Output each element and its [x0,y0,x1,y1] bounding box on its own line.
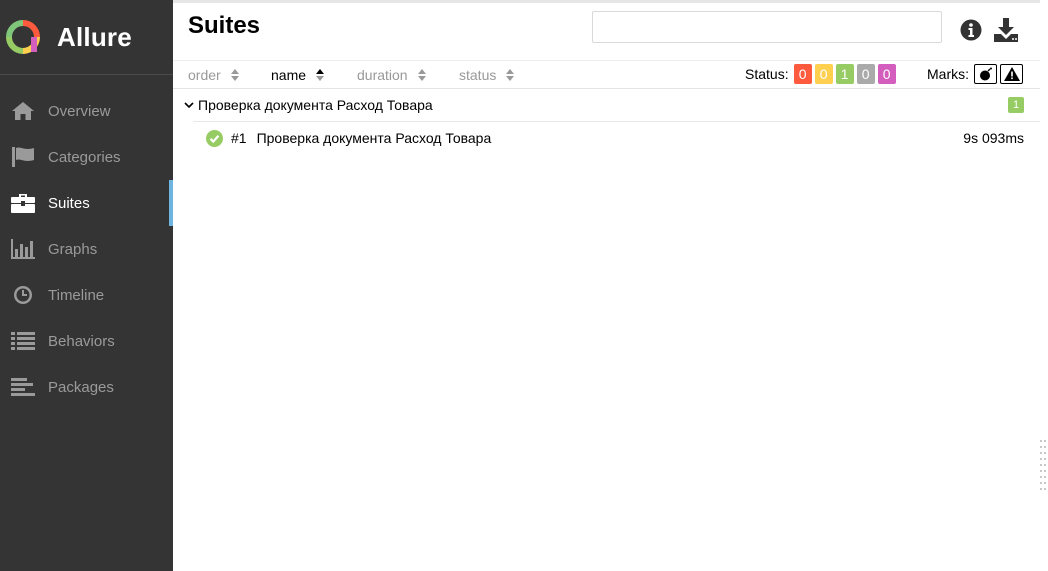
test-name: Проверка документа Расход Товара [256,130,492,146]
sort-label: status [459,66,497,83]
sort-label: order [188,66,221,83]
suite-group-row[interactable]: Проверка документа Расход Товара 1 [173,89,1040,121]
sidebar-menu: Overview Categories Suites Graphs Timeli… [0,88,173,410]
status-badge-failed[interactable]: 0 [793,64,812,84]
sidebar: Allure Overview Categories Suites Graphs [0,0,173,571]
flaky-mark-button[interactable] [974,64,997,84]
search-input[interactable] [592,11,942,43]
page-title: Suites [188,12,261,39]
brand[interactable]: Allure [0,0,173,75]
sort-icon [417,68,426,81]
test-number: #1 [231,130,247,146]
sidebar-item-overview[interactable]: Overview [0,88,173,134]
sidebar-item-label: Suites [48,194,90,212]
sort-label: duration [357,66,408,83]
sidebar-item-label: Behaviors [48,332,115,350]
passed-check-icon [206,129,223,147]
known-issue-mark-button[interactable] [1000,64,1023,84]
sidebar-item-suites[interactable]: Suites [0,180,173,226]
clock-icon [11,284,35,306]
marks-filter: Marks: [927,64,1023,84]
home-icon [11,100,35,122]
bomb-icon [979,67,992,81]
header: Suites [173,0,1040,60]
sidebar-item-label: Timeline [48,286,105,304]
sort-bar: order name duration status Status: 0 0 1… [173,60,1040,89]
briefcase-icon [11,192,35,214]
info-icon[interactable] [960,19,982,41]
brand-name: Allure [57,21,132,52]
sort-by-status[interactable]: status [459,66,515,83]
sort-label: name [271,66,307,83]
test-duration: 9s 093ms [963,130,1024,146]
sort-by-name[interactable]: name [271,66,325,83]
status-label: Status: [745,66,789,82]
sidebar-item-label: Graphs [48,240,98,258]
status-filter: Status: 0 0 1 0 0 [745,64,896,84]
pane-resize-handle[interactable] [1040,440,1046,496]
sidebar-item-categories[interactable]: Categories [0,134,173,180]
download-icon[interactable] [993,17,1019,43]
bar-chart-icon [11,238,35,260]
sidebar-item-label: Packages [48,378,114,396]
sort-asc-icon [316,68,325,81]
warning-icon [1003,67,1020,81]
sort-by-order[interactable]: order [188,67,239,83]
marks-label: Marks: [927,66,969,82]
suites-tree: Проверка документа Расход Товара 1 #1 Пр… [173,89,1040,154]
sort-icon [230,68,239,81]
status-badge-skipped[interactable]: 0 [856,64,875,84]
list-icon [11,330,35,352]
test-case-row[interactable]: #1 Проверка документа Расход Товара 9s 0… [193,121,1040,154]
sidebar-item-label: Categories [48,148,121,166]
sort-icon [506,68,515,81]
sort-by-duration[interactable]: duration [357,67,426,83]
chevron-down-icon [184,101,194,108]
suite-group-name: Проверка документа Расход Товара [198,97,433,113]
status-badge-broken[interactable]: 0 [814,64,833,84]
flag-icon [11,146,35,168]
sidebar-item-behaviors[interactable]: Behaviors [0,318,173,364]
align-left-icon [11,376,35,398]
status-badge-unknown[interactable]: 0 [877,64,896,84]
main-panel: Suites order name duration status Status… [173,0,1048,571]
sidebar-item-label: Overview [48,102,111,120]
suite-passed-count-badge: 1 [1008,97,1024,113]
allure-logo-icon [6,20,40,54]
sidebar-item-timeline[interactable]: Timeline [0,272,173,318]
sidebar-item-graphs[interactable]: Graphs [0,226,173,272]
sidebar-item-packages[interactable]: Packages [0,364,173,410]
status-badge-passed[interactable]: 1 [835,64,854,84]
